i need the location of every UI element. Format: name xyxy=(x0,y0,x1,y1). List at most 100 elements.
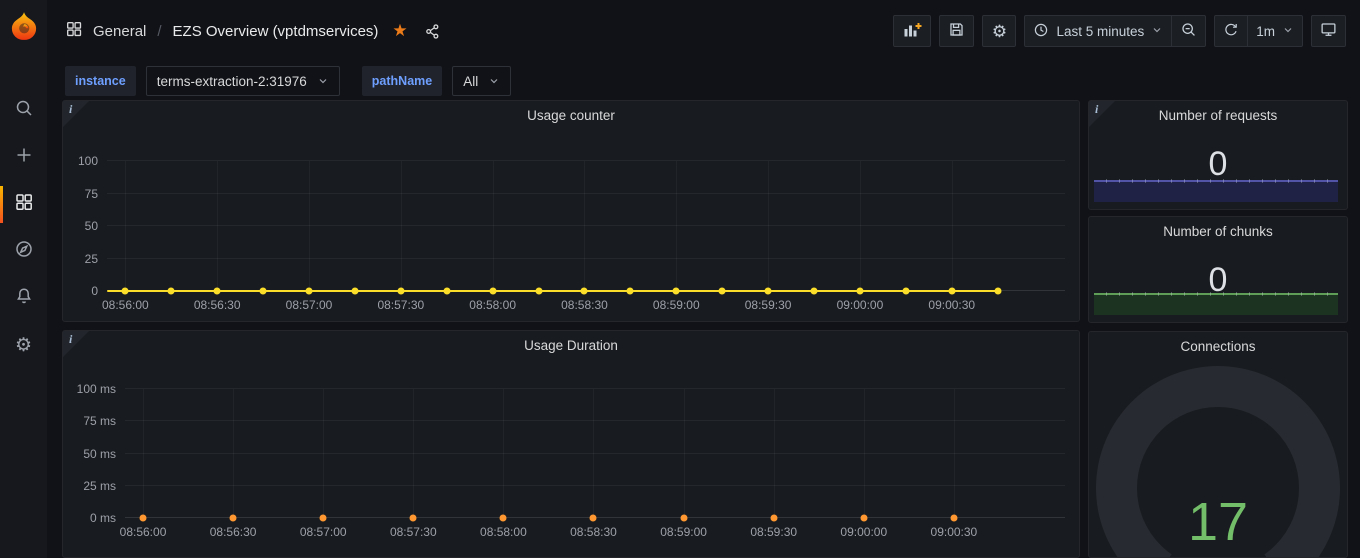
refresh-controls: 1m xyxy=(1214,15,1303,47)
chunks-sparkline xyxy=(1094,293,1338,315)
gridline-horizontal xyxy=(107,258,1065,259)
chevron-down-icon xyxy=(1282,24,1294,39)
main-area: General / EZS Overview (vptdmservices) ★ xyxy=(47,0,1360,558)
x-axis-tick-label: 08:58:30 xyxy=(570,525,617,539)
data-point xyxy=(856,288,863,295)
y-axis-tick-label: 50 ms xyxy=(83,447,116,461)
panel-info-icon[interactable]: i xyxy=(1089,101,1115,127)
refresh-button[interactable] xyxy=(1214,15,1248,47)
usage-counter-chart[interactable]: 025507510008:56:0008:56:3008:57:0008:57:… xyxy=(107,161,1065,291)
dashboard-title[interactable]: EZS Overview (vptdmservices) xyxy=(173,23,379,40)
x-axis-tick-label: 08:57:00 xyxy=(300,525,347,539)
data-point xyxy=(950,515,957,522)
info-glyph: i xyxy=(69,102,72,117)
data-point xyxy=(168,288,175,295)
data-point xyxy=(397,288,404,295)
zoom-out-button[interactable] xyxy=(1172,15,1206,47)
instance-filter-select[interactable]: terms-extraction-2:31976 xyxy=(146,66,340,96)
dashboard-settings-button[interactable]: ⚙ xyxy=(982,15,1016,47)
data-point xyxy=(214,288,221,295)
instance-filter-value: terms-extraction-2:31976 xyxy=(157,74,307,89)
share-icon[interactable] xyxy=(424,23,441,40)
gridline-vertical xyxy=(864,389,865,518)
sidebar-item-create[interactable] xyxy=(0,134,47,181)
gridline-vertical xyxy=(676,161,677,291)
refresh-interval-dropdown[interactable]: 1m xyxy=(1248,15,1303,47)
x-axis-tick-label: 08:59:00 xyxy=(660,525,707,539)
chevron-down-icon xyxy=(488,75,500,87)
x-axis-tick-label: 08:59:30 xyxy=(745,298,792,312)
sidebar-nav: ⚙ xyxy=(0,87,47,369)
y-axis-tick-label: 0 ms xyxy=(90,511,116,525)
pathname-filter-label[interactable]: pathName xyxy=(362,66,442,96)
panel-usage-duration: i Usage Duration 0 ms25 ms50 ms75 ms100 … xyxy=(62,330,1080,558)
gridline-vertical xyxy=(768,161,769,291)
data-point xyxy=(770,515,777,522)
data-point xyxy=(410,515,417,522)
x-axis-tick-label: 08:57:00 xyxy=(286,298,333,312)
x-axis-tick-label: 08:56:30 xyxy=(210,525,257,539)
data-point xyxy=(673,288,680,295)
panel-number-of-requests: i Number of requests 0 xyxy=(1088,100,1348,210)
instance-filter-label[interactable]: instance xyxy=(65,66,136,96)
sparkline-points xyxy=(1094,292,1338,296)
y-axis-tick-label: 25 ms xyxy=(83,479,116,493)
time-range-label: Last 5 minutes xyxy=(1056,24,1144,39)
x-axis-tick-label: 09:00:30 xyxy=(928,298,975,312)
pathname-filter-select[interactable]: All xyxy=(452,66,511,96)
data-point xyxy=(902,288,909,295)
dashboard-grid-icon xyxy=(65,20,83,42)
instance-filter: instance terms-extraction-2:31976 xyxy=(65,66,340,96)
sidebar-item-alerting[interactable] xyxy=(0,275,47,322)
chevron-down-icon xyxy=(1151,24,1163,39)
x-axis-tick-label: 08:58:00 xyxy=(469,298,516,312)
cycle-view-mode-button[interactable] xyxy=(1311,15,1346,47)
data-point xyxy=(443,288,450,295)
breadcrumb-section[interactable]: General xyxy=(93,23,146,40)
chevron-down-icon xyxy=(317,75,329,87)
gridline-vertical xyxy=(233,389,234,518)
gear-icon: ⚙ xyxy=(15,336,32,355)
usage-duration-chart[interactable]: 0 ms25 ms50 ms75 ms100 ms08:56:0008:56:3… xyxy=(125,389,1065,518)
gridline-horizontal xyxy=(107,160,1065,161)
sparkline-fill xyxy=(1094,182,1338,202)
time-range-picker[interactable]: Last 5 minutes xyxy=(1024,15,1172,47)
add-panel-button[interactable] xyxy=(893,15,931,47)
gridline-vertical xyxy=(125,161,126,291)
data-point xyxy=(351,288,358,295)
sidebar-item-explore[interactable] xyxy=(0,228,47,275)
magnifier-minus-icon xyxy=(1180,21,1197,41)
panel-title-usage-counter[interactable]: Usage counter xyxy=(63,108,1079,123)
panel-title-number-of-requests[interactable]: Number of requests xyxy=(1089,108,1347,123)
star-icon[interactable]: ★ xyxy=(392,21,407,41)
gridline-vertical xyxy=(584,161,585,291)
data-point xyxy=(994,288,1001,295)
x-axis-tick-label: 08:59:30 xyxy=(750,525,797,539)
data-point xyxy=(230,515,237,522)
panel-title-number-of-chunks[interactable]: Number of chunks xyxy=(1089,224,1347,239)
data-point xyxy=(811,288,818,295)
data-point xyxy=(306,288,313,295)
data-point xyxy=(680,515,687,522)
dashboard-grid: i Usage counter 025507510008:56:0008:56:… xyxy=(47,100,1360,558)
data-point xyxy=(765,288,772,295)
panel-title-usage-duration[interactable]: Usage Duration xyxy=(63,338,1079,353)
y-axis-tick-label: 100 xyxy=(78,154,98,168)
filter-row: instance terms-extraction-2:31976 pathNa… xyxy=(47,62,1360,100)
sidebar-item-search[interactable] xyxy=(0,87,47,134)
panel-title-connections[interactable]: Connections xyxy=(1089,339,1347,354)
panel-number-of-chunks: Number of chunks 0 xyxy=(1088,216,1348,324)
panel-info-icon[interactable]: i xyxy=(63,331,89,357)
panel-info-icon[interactable]: i xyxy=(63,101,89,127)
gridline-vertical xyxy=(774,389,775,518)
sidebar-item-configuration[interactable]: ⚙ xyxy=(0,322,47,369)
add-panel-icon xyxy=(902,21,922,42)
top-nav: General / EZS Overview (vptdmservices) ★ xyxy=(47,0,1360,62)
grafana-logo[interactable] xyxy=(10,11,38,41)
sidebar-item-dashboards[interactable] xyxy=(0,181,47,228)
save-dashboard-button[interactable] xyxy=(939,15,974,47)
pathname-filter: pathName All xyxy=(362,66,511,96)
pathname-filter-value: All xyxy=(463,74,478,89)
monitor-icon xyxy=(1320,21,1337,41)
x-axis-tick-label: 08:56:00 xyxy=(120,525,167,539)
